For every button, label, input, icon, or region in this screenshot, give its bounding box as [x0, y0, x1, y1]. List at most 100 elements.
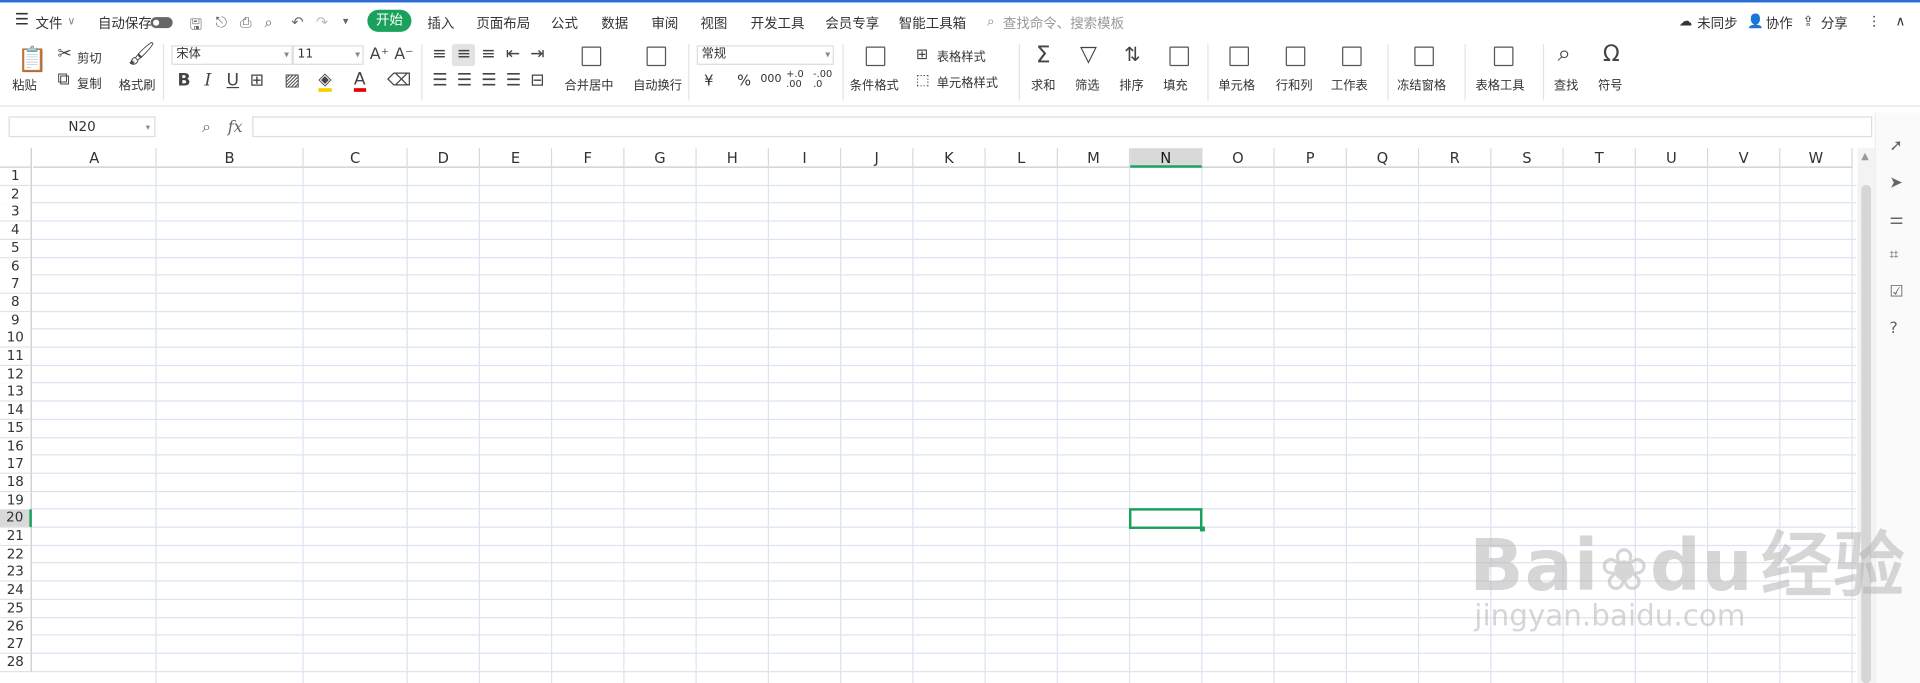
- tab-data[interactable]: 数据: [601, 13, 628, 33]
- font-color-icon[interactable]: A: [353, 71, 366, 92]
- column-header[interactable]: E: [480, 148, 553, 168]
- merge-center-icon[interactable]: [581, 46, 602, 67]
- tab-smart-toolbox[interactable]: 智能工具箱: [899, 13, 966, 33]
- align-bottom-icon[interactable]: ≡: [481, 45, 495, 62]
- rocket-icon[interactable]: ➚: [1889, 137, 1902, 155]
- share-file-icon[interactable]: ⎋: [216, 13, 228, 31]
- autosave-toggle[interactable]: [150, 17, 173, 29]
- row-col-button[interactable]: 行和列: [1276, 75, 1313, 93]
- column-header[interactable]: Q: [1346, 148, 1420, 168]
- fx-icon[interactable]: fx: [228, 119, 243, 137]
- symbol-button[interactable]: 符号: [1598, 75, 1622, 93]
- column-header[interactable]: O: [1202, 148, 1275, 168]
- find-icon[interactable]: ⌕: [1558, 42, 1571, 66]
- filter-button[interactable]: 筛选: [1075, 75, 1099, 93]
- row-header[interactable]: 6: [0, 257, 32, 277]
- border-icon[interactable]: ⊞: [250, 72, 264, 89]
- sort-button[interactable]: 排序: [1119, 75, 1143, 93]
- thousands-button[interactable]: 000: [760, 73, 781, 85]
- row-header[interactable]: 21: [0, 527, 32, 547]
- worksheet-button[interactable]: 工作表: [1331, 75, 1368, 93]
- column-header[interactable]: S: [1491, 148, 1564, 168]
- row-header[interactable]: 16: [0, 437, 32, 457]
- align-center-icon[interactable]: ☰: [457, 72, 472, 89]
- row-header[interactable]: 10: [0, 329, 32, 349]
- sum-button[interactable]: 求和: [1031, 75, 1055, 93]
- crop-icon[interactable]: ⌗: [1889, 246, 1898, 264]
- row-header[interactable]: 4: [0, 221, 32, 241]
- format-painter-button[interactable]: 格式刷: [119, 75, 156, 93]
- align-middle-icon[interactable]: ≡: [457, 45, 471, 62]
- column-header[interactable]: U: [1635, 148, 1709, 168]
- row-header[interactable]: 9: [0, 311, 32, 331]
- auto-wrap-icon[interactable]: [646, 46, 667, 67]
- checkbox-icon[interactable]: ☑: [1889, 283, 1903, 301]
- cell-style-picker-icon[interactable]: ▨: [284, 72, 300, 89]
- sliders-icon[interactable]: ⚌: [1889, 211, 1903, 229]
- row-header[interactable]: 20: [0, 509, 32, 529]
- increase-decimal-button[interactable]: +.0 .00: [786, 69, 804, 90]
- column-header[interactable]: C: [303, 148, 408, 168]
- decrease-font-icon[interactable]: A⁻: [394, 46, 413, 64]
- freeze-panes-icon[interactable]: [1414, 46, 1434, 67]
- currency-button[interactable]: ¥: [704, 72, 713, 89]
- share-button[interactable]: 分享: [1821, 13, 1848, 33]
- row-header[interactable]: 18: [0, 473, 32, 493]
- increase-indent-icon[interactable]: ⇥: [530, 45, 544, 62]
- fill-down-icon[interactable]: [1169, 46, 1189, 67]
- decrease-indent-icon[interactable]: ⇤: [506, 45, 520, 62]
- worksheet-icon[interactable]: [1342, 46, 1362, 67]
- column-header[interactable]: F: [552, 148, 625, 168]
- fill-color-icon[interactable]: ◈: [318, 71, 332, 92]
- clear-format-icon[interactable]: ⌫: [387, 72, 411, 89]
- row-header[interactable]: 25: [0, 599, 32, 619]
- column-header[interactable]: A: [33, 148, 157, 168]
- column-header[interactable]: L: [985, 148, 1058, 168]
- row-header[interactable]: 7: [0, 275, 32, 295]
- row-header[interactable]: 11: [0, 347, 32, 367]
- print-icon[interactable]: ⎙: [240, 13, 252, 31]
- cell-icon[interactable]: [1229, 46, 1249, 67]
- column-header[interactable]: I: [768, 148, 842, 168]
- tab-insert[interactable]: 插入: [427, 13, 454, 33]
- column-header[interactable]: R: [1419, 148, 1492, 168]
- row-header[interactable]: 8: [0, 293, 32, 313]
- save-icon[interactable]: 🖫: [190, 13, 203, 39]
- scissors-icon[interactable]: ✂: [58, 45, 72, 62]
- tab-formula[interactable]: 公式: [551, 13, 578, 33]
- find-button[interactable]: 查找: [1554, 75, 1578, 93]
- decrease-decimal-button[interactable]: -.00 .0: [813, 69, 832, 90]
- redo-icon[interactable]: ↷: [316, 13, 328, 30]
- row-header[interactable]: 26: [0, 617, 32, 637]
- italic-icon[interactable]: I: [204, 72, 211, 89]
- row-header[interactable]: 5: [0, 239, 32, 259]
- row-header[interactable]: 19: [0, 491, 32, 511]
- underline-icon[interactable]: U: [227, 72, 240, 89]
- justify-icon[interactable]: ☰: [506, 72, 521, 89]
- symbol-icon[interactable]: Ω: [1603, 43, 1620, 66]
- tab-view[interactable]: 视图: [700, 13, 727, 33]
- distributed-icon[interactable]: ⊟: [530, 72, 544, 89]
- row-header[interactable]: 28: [0, 653, 32, 673]
- column-header[interactable]: D: [407, 148, 481, 168]
- chevron-down-icon[interactable]: ∨: [67, 16, 75, 28]
- tab-review[interactable]: 审阅: [651, 13, 678, 33]
- sort-icon[interactable]: ⇅: [1124, 43, 1140, 66]
- fill-handle[interactable]: [1200, 526, 1205, 532]
- number-format-select[interactable]: 常规 ▾: [696, 45, 834, 65]
- bold-icon[interactable]: B: [178, 72, 191, 89]
- row-header[interactable]: 27: [0, 635, 32, 655]
- copy-button[interactable]: 复制: [77, 73, 101, 91]
- align-left-icon[interactable]: ☰: [432, 72, 447, 89]
- tab-page-layout[interactable]: 页面布局: [476, 13, 530, 33]
- conditional-format-button[interactable]: 条件格式: [850, 75, 899, 93]
- zoom-icon[interactable]: ⌕: [202, 119, 211, 137]
- row-header[interactable]: 23: [0, 563, 32, 583]
- select-all-corner[interactable]: [0, 148, 32, 168]
- column-header[interactable]: V: [1708, 148, 1781, 168]
- collab-button[interactable]: 协作: [1766, 13, 1793, 33]
- cut-button[interactable]: 剪切: [77, 48, 101, 66]
- column-header[interactable]: W: [1780, 148, 1853, 168]
- row-header[interactable]: 2: [0, 185, 32, 205]
- print-preview-icon[interactable]: ⌕: [264, 13, 272, 31]
